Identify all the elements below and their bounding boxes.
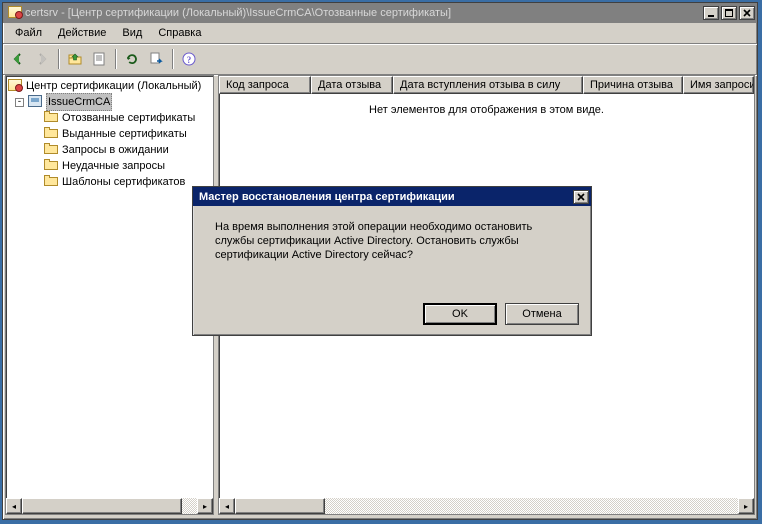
- scroll-thumb[interactable]: [235, 498, 325, 514]
- scroll-right-icon[interactable]: ▸: [197, 498, 213, 514]
- expander-minus-icon[interactable]: -: [15, 98, 24, 107]
- dialog-buttons: OK Отмена: [423, 303, 579, 325]
- cancel-button[interactable]: Отмена: [505, 303, 579, 325]
- dialog-close-button[interactable]: [573, 190, 589, 204]
- tool-sep-2: [115, 49, 116, 69]
- col-request-id[interactable]: Код запроса: [219, 76, 311, 94]
- sys-buttons: [701, 6, 755, 20]
- titlebar: certsrv - [Центр сертификации (Локальный…: [3, 3, 757, 23]
- scroll-right-icon[interactable]: ▸: [738, 498, 754, 514]
- dialog-title: Мастер восстановления центра сертификаци…: [195, 191, 571, 203]
- tree-item-label: Выданные сертификаты: [62, 126, 187, 142]
- menu-file[interactable]: Файл: [7, 25, 50, 41]
- dialog-message: На время выполнения этой операции необхо…: [215, 221, 532, 261]
- menubar: Файл Действие Вид Справка: [3, 23, 757, 44]
- window-title: certsrv - [Центр сертификации (Локальный…: [25, 7, 701, 19]
- tree-item-label: Отозванные сертификаты: [62, 110, 195, 126]
- server-icon: [28, 95, 42, 109]
- col-revoke-date[interactable]: Дата отзыва: [311, 76, 393, 94]
- list-hscroll[interactable]: ◂ ▸: [219, 498, 754, 514]
- column-headers: Код запроса Дата отзыва Дата вступления …: [219, 76, 754, 94]
- tree-hscroll[interactable]: ◂ ▸: [6, 498, 213, 514]
- folder-icon: [44, 127, 58, 141]
- menu-action[interactable]: Действие: [50, 25, 114, 41]
- tree-root-label: Центр сертификации (Локальный): [26, 78, 201, 94]
- close-button[interactable]: [739, 6, 755, 20]
- tree-item-label: Шаблоны сертификатов: [62, 174, 185, 190]
- app-icon: [8, 6, 22, 20]
- tree-root[interactable]: Центр сертификации (Локальный): [8, 78, 211, 94]
- ok-button[interactable]: OK: [423, 303, 497, 325]
- tree-ca-label: IssueCrmCA: [46, 93, 112, 111]
- tree: Центр сертификации (Локальный) - IssueCr…: [6, 76, 213, 192]
- restore-wizard-dialog: Мастер восстановления центра сертификаци…: [192, 186, 592, 336]
- window-title-path: [Центр сертификации (Локальный)\IssueCrm…: [68, 7, 451, 19]
- scroll-left-icon[interactable]: ◂: [6, 498, 22, 514]
- folder-icon: [44, 143, 58, 157]
- cert-auth-icon: [8, 79, 22, 93]
- dialog-body: На время выполнения этой операции необхо…: [193, 206, 591, 262]
- tool-back[interactable]: [7, 48, 29, 70]
- dialog-titlebar: Мастер восстановления центра сертификаци…: [193, 187, 591, 206]
- scroll-left-icon[interactable]: ◂: [219, 498, 235, 514]
- tree-item-label: Неудачные запросы: [62, 158, 165, 174]
- tool-sep-1: [58, 49, 59, 69]
- tree-item-revoked[interactable]: Отозванные сертификаты: [8, 110, 211, 126]
- tree-item-issued[interactable]: Выданные сертификаты: [8, 126, 211, 142]
- tree-item-failed[interactable]: Неудачные запросы: [8, 158, 211, 174]
- menu-view[interactable]: Вид: [114, 25, 150, 41]
- tool-up[interactable]: [64, 48, 86, 70]
- maximize-button[interactable]: [721, 6, 737, 20]
- tool-refresh[interactable]: [121, 48, 143, 70]
- menu-help[interactable]: Справка: [150, 25, 209, 41]
- folder-icon: [44, 159, 58, 173]
- tool-forward[interactable]: [31, 48, 53, 70]
- tool-properties[interactable]: [88, 48, 110, 70]
- tool-help[interactable]: ?: [178, 48, 200, 70]
- tree-pane: Центр сертификации (Локальный) - IssueCr…: [5, 75, 214, 515]
- tree-item-templates[interactable]: Шаблоны сертификатов: [8, 174, 211, 190]
- col-reason[interactable]: Причина отзыва: [583, 76, 683, 94]
- col-requester[interactable]: Имя запросив: [683, 76, 754, 94]
- window-title-app: certsrv: [25, 7, 58, 19]
- tree-item-label: Запросы в ожидании: [62, 142, 169, 158]
- scroll-thumb[interactable]: [22, 498, 182, 514]
- tool-sep-3: [172, 49, 173, 69]
- tree-ca-node[interactable]: - IssueCrmCA: [8, 94, 211, 110]
- svg-text:?: ?: [187, 55, 192, 65]
- tree-item-pending[interactable]: Запросы в ожидании: [8, 142, 211, 158]
- tool-export[interactable]: [145, 48, 167, 70]
- minimize-button[interactable]: [703, 6, 719, 20]
- folder-icon: [44, 111, 58, 125]
- folder-icon: [44, 175, 58, 189]
- toolbar: ?: [3, 44, 757, 75]
- list-empty-text: Нет элементов для отображения в этом вид…: [369, 104, 604, 116]
- col-effective-date[interactable]: Дата вступления отзыва в силу: [393, 76, 583, 94]
